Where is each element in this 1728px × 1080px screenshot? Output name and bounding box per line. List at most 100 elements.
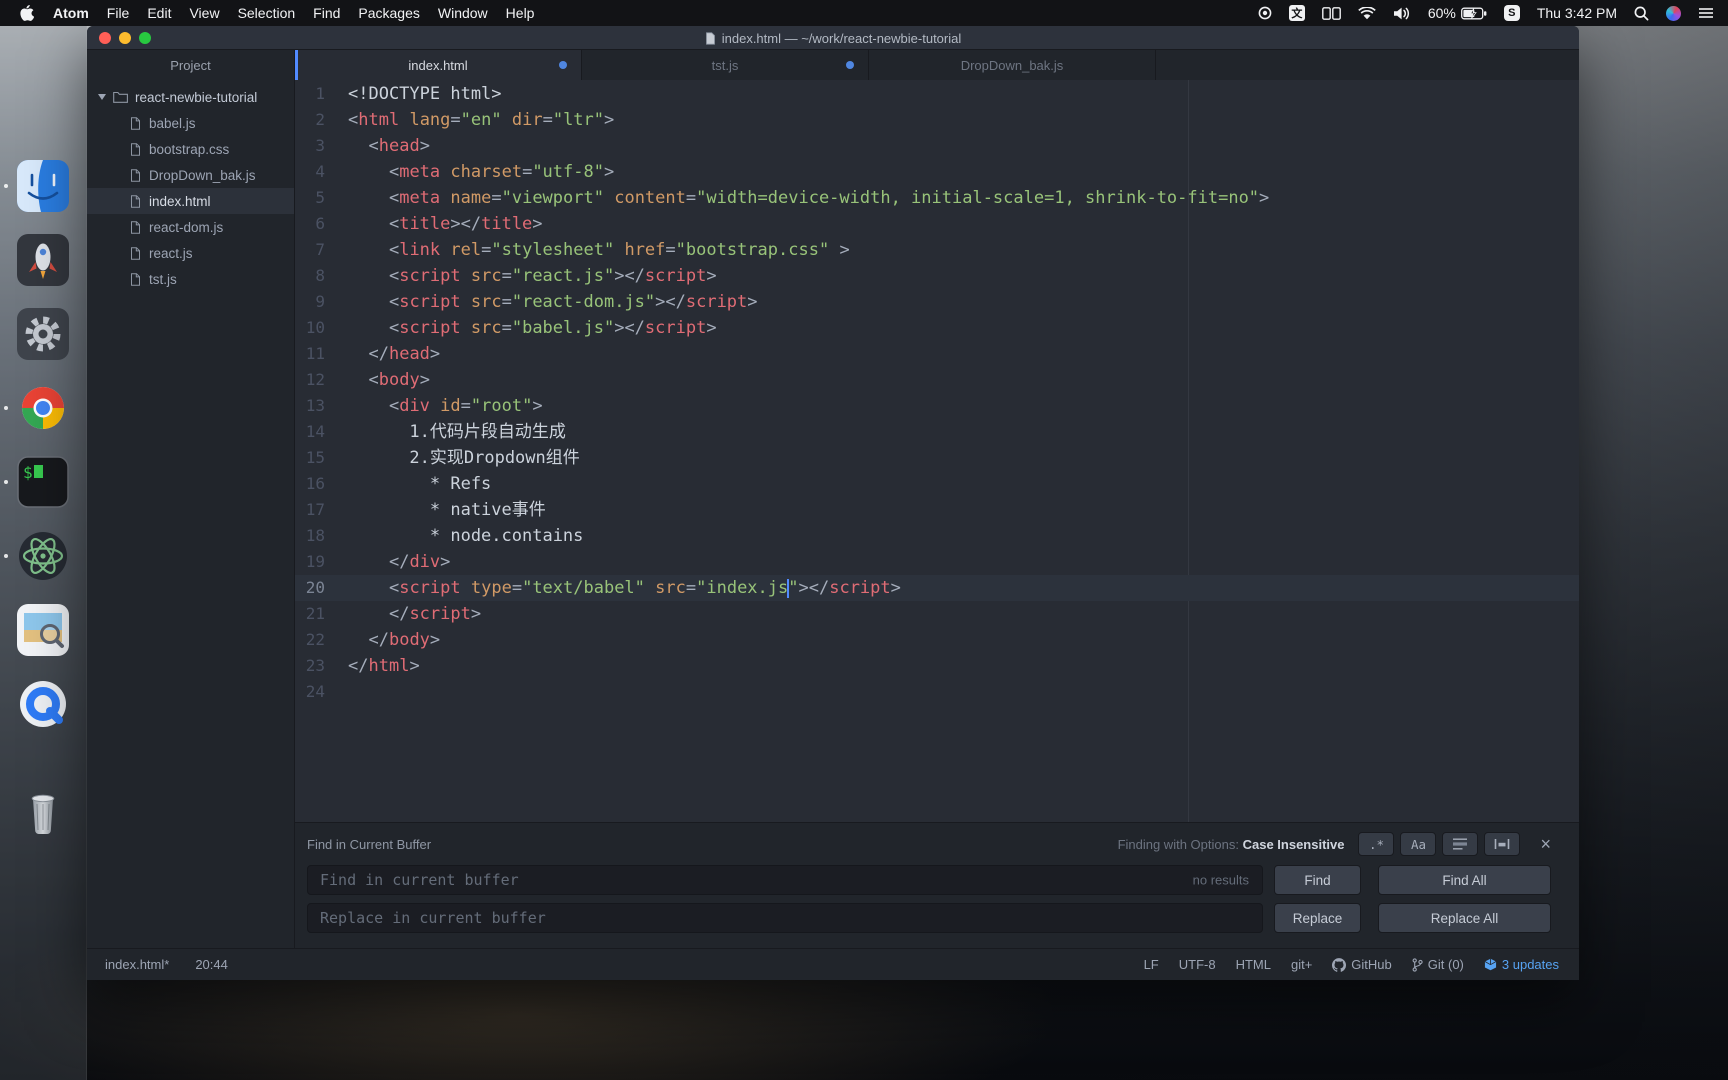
status-updates[interactable]: 3 updates	[1484, 957, 1559, 972]
menu-window[interactable]: Window	[429, 5, 497, 21]
regex-option-button[interactable]: .*	[1358, 832, 1395, 856]
status-file-name[interactable]: index.html*	[105, 957, 169, 972]
line-number: 8	[315, 266, 325, 285]
code-line-10[interactable]: 10 <script src="babel.js"></script>	[295, 315, 1579, 341]
display-arrangement-icon[interactable]	[1321, 6, 1341, 20]
code-line-20[interactable]: 20 <script type="text/babel" src="index.…	[295, 575, 1579, 601]
input-source-icon[interactable]: 文	[1288, 5, 1305, 21]
menu-packages[interactable]: Packages	[349, 5, 428, 21]
record-status-icon[interactable]	[1258, 6, 1272, 20]
menu-find[interactable]: Find	[304, 5, 349, 21]
dock-icon-atom[interactable]	[17, 530, 69, 582]
dock-icon-system-preferences[interactable]	[17, 308, 69, 360]
dock-icon-terminal[interactable]: $	[17, 456, 69, 508]
dock-icon-quicktime[interactable]	[17, 678, 69, 730]
code-line-8[interactable]: 8 <script src="react.js"></script>	[295, 263, 1579, 289]
notification-center-icon[interactable]	[1698, 7, 1714, 19]
apple-menu[interactable]	[14, 5, 44, 21]
line-number: 4	[315, 162, 325, 181]
code-line-1[interactable]: 1 <!DOCTYPE html>	[295, 81, 1579, 107]
code-line-21[interactable]: 21 </script>	[295, 601, 1579, 627]
dock-icon-preview[interactable]	[17, 604, 69, 656]
code-line-5[interactable]: 5 <meta name="viewport" content="width=d…	[295, 185, 1579, 211]
code-lines: 1 <!DOCTYPE html> 2 <html lang="en" dir="lt…	[295, 81, 1579, 705]
tree-item-react.js[interactable]: react.js	[87, 240, 294, 266]
code-line-12[interactable]: 12 <body>	[295, 367, 1579, 393]
close-icon[interactable]: ×	[1540, 835, 1551, 853]
code-line-16[interactable]: 16 * Refs	[295, 471, 1579, 497]
code-line-19[interactable]: 19 </div>	[295, 549, 1579, 575]
code-line-15[interactable]: 15 2.实现Dropdown组件	[295, 445, 1579, 471]
tab-bar: index.html tst.js DropDown_bak.js	[295, 50, 1579, 80]
tree-item-react-dom.js[interactable]: react-dom.js	[87, 214, 294, 240]
find-all-button[interactable]: Find All	[1378, 865, 1551, 895]
find-input[interactable]	[307, 865, 1263, 895]
menu-edit[interactable]: Edit	[138, 5, 180, 21]
tree-item-index.html[interactable]: index.html	[87, 188, 294, 214]
status-bar: index.html* 20:44 LF UTF-8 HTML git+ GitHub…	[87, 948, 1579, 980]
git-branch-icon	[1412, 957, 1423, 972]
tree-item-tst.js[interactable]: tst.js	[87, 266, 294, 292]
code-line-17[interactable]: 17 * native事件	[295, 497, 1579, 523]
modified-indicator	[846, 61, 854, 69]
menu-file[interactable]: File	[98, 5, 139, 21]
tree-item-DropDown_bak.js[interactable]: DropDown_bak.js	[87, 162, 294, 188]
menubar-status-area: 文 60% S Thu 3:42 PM	[1258, 5, 1714, 21]
code-line-13[interactable]: 13 <div id="root">	[295, 393, 1579, 419]
menubar-clock[interactable]: Thu 3:42 PM	[1537, 5, 1617, 21]
replace-button[interactable]: Replace	[1274, 903, 1361, 933]
siri-icon[interactable]	[1666, 5, 1681, 21]
menu-view[interactable]: View	[180, 5, 228, 21]
status-lf[interactable]: LF	[1144, 957, 1159, 972]
code-line-23[interactable]: 23 </html>	[295, 653, 1579, 679]
code-line-9[interactable]: 9 <script src="react-dom.js"></script>	[295, 289, 1579, 315]
tab-index.html[interactable]: index.html	[295, 50, 582, 80]
tree-item-babel.js[interactable]: babel.js	[87, 110, 294, 136]
wifi-icon[interactable]	[1358, 6, 1376, 20]
menu-selection[interactable]: Selection	[229, 5, 305, 21]
code-line-3[interactable]: 3 <head>	[295, 133, 1579, 159]
code-line-6[interactable]: 6 <title></title>	[295, 211, 1579, 237]
replace-all-button[interactable]: Replace All	[1378, 903, 1551, 933]
code-line-2[interactable]: 2 <html lang="en" dir="ltr">	[295, 107, 1579, 133]
window-titlebar[interactable]: index.html — ~/work/react-newbie-tutoria…	[87, 26, 1579, 50]
tree-item-label: bootstrap.css	[149, 141, 230, 157]
status-cursor-position[interactable]: 20:44	[195, 957, 228, 972]
line-text: 1.代码片段自动生成	[348, 422, 566, 442]
tab-DropDown_bak.js[interactable]: DropDown_bak.js	[869, 50, 1156, 80]
status-github[interactable]: GitHub	[1332, 957, 1392, 972]
status-utf8[interactable]: UTF-8	[1179, 957, 1216, 972]
dock-icon-finder[interactable]	[17, 160, 69, 212]
dock-icon-trash[interactable]	[17, 786, 69, 838]
tab-tst.js[interactable]: tst.js	[582, 50, 869, 80]
menu-atom[interactable]: Atom	[44, 5, 98, 21]
case-option-button[interactable]: Aa	[1400, 832, 1437, 856]
battery-status[interactable]: 60%	[1428, 5, 1487, 21]
status-git[interactable]: git+	[1291, 957, 1312, 972]
tree-root-folder[interactable]: react-newbie-tutorial	[87, 84, 294, 110]
tab-label: DropDown_bak.js	[960, 57, 1064, 73]
text-editor[interactable]: 1 <!DOCTYPE html> 2 <html lang="en" dir="lt…	[295, 80, 1579, 822]
volume-icon[interactable]	[1393, 7, 1411, 20]
selection-option-button[interactable]	[1442, 832, 1479, 856]
whole-word-option-button[interactable]	[1484, 832, 1521, 856]
s-app-status-icon[interactable]: S	[1503, 5, 1520, 21]
code-line-24[interactable]: 24	[295, 679, 1579, 705]
line-text: <script type="text/babel" src="index.js"…	[388, 578, 901, 598]
spotlight-icon[interactable]	[1634, 6, 1649, 21]
status-git-branch[interactable]: Git (0)	[1412, 957, 1464, 972]
line-number: 5	[315, 188, 325, 207]
code-line-7[interactable]: 7 <link rel="stylesheet" href="bootstrap…	[295, 237, 1579, 263]
replace-input[interactable]	[307, 903, 1263, 933]
code-line-4[interactable]: 4 <meta charset="utf-8">	[295, 159, 1579, 185]
find-button[interactable]: Find	[1274, 865, 1361, 895]
code-line-11[interactable]: 11 </head>	[295, 341, 1579, 367]
menu-help[interactable]: Help	[497, 5, 544, 21]
dock-icon-launchpad[interactable]	[17, 234, 69, 286]
tree-item-bootstrap.css[interactable]: bootstrap.css	[87, 136, 294, 162]
dock-icon-chrome[interactable]	[17, 382, 69, 434]
status-html[interactable]: HTML	[1236, 957, 1271, 972]
code-line-14[interactable]: 14 1.代码片段自动生成	[295, 419, 1579, 445]
code-line-18[interactable]: 18 * node.contains	[295, 523, 1579, 549]
code-line-22[interactable]: 22 </body>	[295, 627, 1579, 653]
